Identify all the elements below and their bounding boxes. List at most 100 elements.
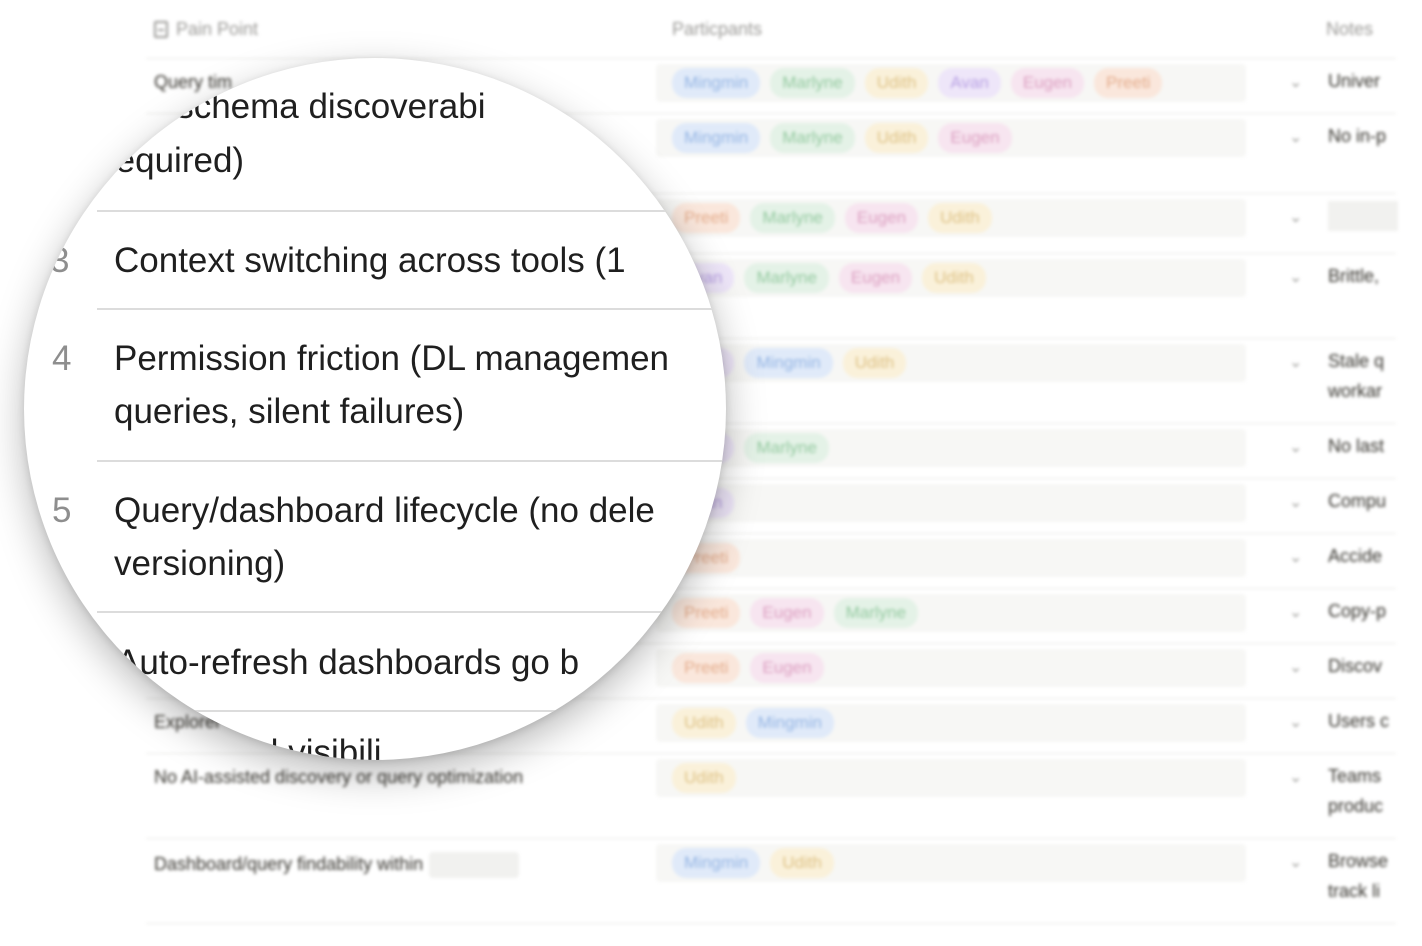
inline-mention: [429, 852, 520, 878]
notes-line: Brittle,: [1328, 266, 1380, 286]
notes-line: Stale q: [1328, 351, 1385, 371]
pain-point-cell[interactable]: No AI-assisted discovery or query optimi…: [154, 767, 523, 788]
participant-tag[interactable]: Marlyne: [770, 68, 855, 98]
notes-cell[interactable]: Univer: [1328, 66, 1398, 96]
row-divider: [97, 308, 726, 310]
notes-line: Discov: [1328, 656, 1383, 676]
magnifier-lens: …e/schema discoverabi required) 3 Contex…: [24, 58, 726, 760]
participant-tag[interactable]: Mingmin: [744, 348, 833, 378]
mag-row7-text[interactable]: …d visibili: [224, 726, 382, 760]
notes-cell[interactable]: Copy-p: [1328, 596, 1398, 626]
notes-line: Browse: [1328, 851, 1389, 871]
notes-line: produc: [1328, 796, 1384, 816]
participant-tag[interactable]: Udith: [928, 203, 992, 233]
notes-cell[interactable]: Browse track li: [1328, 846, 1398, 906]
mag-row4-number: 4: [52, 339, 72, 378]
participant-tag[interactable]: Eugen: [750, 653, 824, 683]
participant-tag[interactable]: Eugen: [1010, 68, 1085, 98]
notes-cell[interactable]: Stale q workar: [1328, 346, 1398, 406]
mag-row3-number: 3: [50, 241, 70, 280]
chevron-down-icon[interactable]: ⌄: [1289, 767, 1302, 787]
mag-row3-text[interactable]: Context switching across tools (1: [114, 234, 626, 287]
mag-row4-line2[interactable]: queries, silent failures): [114, 385, 464, 438]
participant-tag[interactable]: Udith: [672, 763, 736, 793]
chevron-down-icon[interactable]: ⌄: [1289, 712, 1302, 732]
chevron-down-icon[interactable]: ⌄: [1289, 602, 1302, 622]
mag-row4-line1[interactable]: Permission friction (DL managemen: [114, 332, 669, 385]
notes-line: track li: [1328, 881, 1381, 901]
mag-row6-text[interactable]: Auto-refresh dashboards go b: [116, 636, 579, 689]
mag-row2-line1: …e/schema discoverabi: [112, 87, 486, 126]
notes-cell[interactable]: Accide: [1328, 541, 1398, 571]
participant-tag[interactable]: Udith: [922, 263, 986, 293]
notes-line: Copy-p: [1328, 601, 1387, 621]
mag-row5-line2[interactable]: versioning): [114, 537, 285, 590]
column-header-pain-point-label: Pain Point: [176, 19, 259, 39]
notes-cell[interactable]: No in-p: [1328, 121, 1398, 151]
participant-tag[interactable]: Eugen: [750, 598, 824, 628]
participant-tag[interactable]: Marlyne: [833, 598, 919, 628]
notes-line: Univer: [1328, 71, 1381, 91]
notes-line: Users c: [1328, 711, 1390, 731]
chevron-down-icon[interactable]: ⌄: [1289, 127, 1302, 147]
notes-cell[interactable]: Compu: [1328, 486, 1398, 516]
chevron-down-icon[interactable]: ⌄: [1289, 852, 1302, 872]
notes-cell[interactable]: No last: [1328, 431, 1398, 461]
participant-tag[interactable]: Marlyne: [744, 433, 829, 463]
participant-tag[interactable]: Mingmin: [745, 708, 834, 738]
participant-tag[interactable]: Avan: [938, 68, 1001, 98]
table-row[interactable]: No AI-assisted discovery or query optimi…: [146, 753, 1396, 839]
chevron-down-icon[interactable]: ⌄: [1289, 437, 1302, 457]
notes-line: workar: [1328, 381, 1383, 401]
notes-cell[interactable]: Discov: [1328, 651, 1398, 681]
notes-cell[interactable]: [1328, 201, 1398, 231]
table-header: Pain Point Particpants Notes: [146, 0, 1396, 59]
row-divider: [97, 210, 726, 212]
notes-line: Compu: [1328, 491, 1387, 511]
participant-tag[interactable]: Udith: [770, 848, 834, 878]
table-row[interactable]: Dashboard/query findability within Mingmi…: [146, 838, 1396, 924]
participant-tag[interactable]: Preeti: [1094, 68, 1163, 98]
participant-tag[interactable]: Marlyne: [770, 123, 855, 153]
chevron-down-icon[interactable]: ⌄: [1289, 267, 1302, 287]
notes-cell[interactable]: Users c: [1328, 706, 1398, 736]
participant-tag[interactable]: Eugen: [844, 203, 919, 233]
mag-row5-line1[interactable]: Query/dashboard lifecycle (no dele: [114, 484, 655, 537]
participant-tag[interactable]: Marlyne: [744, 263, 829, 293]
participant-tag[interactable]: Udith: [842, 348, 907, 378]
chevron-down-icon[interactable]: ⌄: [1289, 657, 1302, 677]
participant-tag[interactable]: Eugen: [838, 263, 913, 293]
participants-cell-bg: [656, 484, 1246, 522]
participant-tag[interactable]: Udith: [864, 68, 929, 98]
notes-cell[interactable]: Teams produc: [1328, 761, 1398, 821]
pain-point-cell[interactable]: Dashboard/query findability within: [154, 852, 520, 878]
title-property-icon: [154, 21, 168, 38]
chevron-down-icon[interactable]: ⌄: [1289, 207, 1302, 227]
participants-cell-bg: [656, 759, 1246, 797]
column-header-participants[interactable]: Particpants: [672, 19, 762, 40]
participants-cell[interactable]: Mingmin Udith: [672, 848, 834, 878]
row-divider: [97, 710, 726, 712]
notes-line: Teams: [1328, 766, 1382, 786]
chevron-down-icon[interactable]: ⌄: [1289, 492, 1302, 512]
chevron-down-icon[interactable]: ⌄: [1289, 547, 1302, 567]
participant-tag[interactable]: Mingmin: [672, 848, 761, 878]
participant-tag[interactable]: Marlyne: [750, 203, 835, 233]
participants-cell-bg: [656, 539, 1246, 577]
notes-cell[interactable]: Brittle,: [1328, 261, 1398, 291]
chevron-down-icon[interactable]: ⌄: [1289, 72, 1302, 92]
mag-row2-line2: required): [104, 141, 245, 180]
mag-row5-number: 5: [52, 491, 72, 530]
notes-line: No last: [1328, 436, 1385, 456]
row-divider: [97, 460, 726, 462]
participant-tag[interactable]: Udith: [864, 123, 929, 153]
column-header-notes[interactable]: Notes: [1326, 19, 1373, 40]
participants-cell[interactable]: Mingmin Marlyne Udith Avan Eugen Preeti: [672, 68, 1163, 98]
row-divider: [97, 611, 726, 613]
chevron-down-icon[interactable]: ⌄: [1289, 352, 1302, 372]
participant-tag[interactable]: Eugen: [938, 123, 1012, 153]
notes-line: No in-p: [1328, 126, 1387, 146]
notes-line: Accide: [1328, 546, 1383, 566]
column-header-pain-point[interactable]: Pain Point: [154, 19, 258, 40]
participants-cell[interactable]: Udith: [672, 763, 736, 793]
